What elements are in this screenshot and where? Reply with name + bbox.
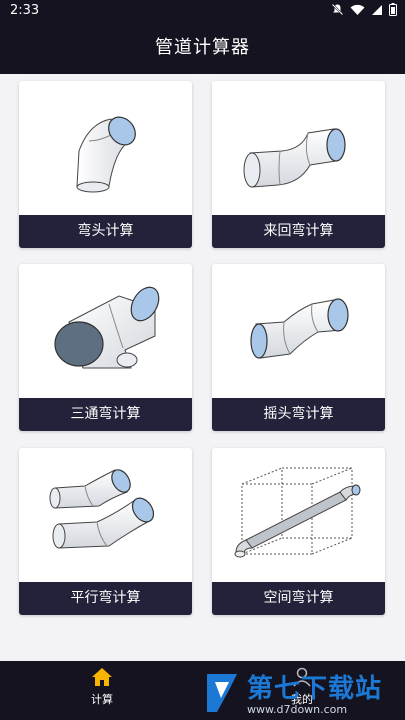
signal-icon: [372, 4, 382, 15]
elbow-pipe-icon: [76, 116, 136, 193]
wifi-icon: [350, 4, 365, 15]
app-bar: 管道计算器: [0, 22, 405, 74]
card-offset[interactable]: 来回弯计算: [212, 81, 385, 248]
card-label: 摇头弯计算: [212, 398, 385, 431]
card-label: 弯头计算: [19, 215, 192, 248]
nav-label: 计算: [91, 693, 113, 706]
status-bar: 2:33: [0, 0, 405, 22]
card-label: 空间弯计算: [212, 582, 385, 615]
notifications-off-icon: [331, 3, 344, 16]
card-label: 三通弯计算: [19, 398, 192, 431]
card-parallel[interactable]: 平行弯计算: [19, 448, 192, 615]
nav-tab-calc[interactable]: 计算: [52, 667, 152, 707]
card-label: 来回弯计算: [212, 215, 385, 248]
watermark-url: www.d7down.com: [247, 703, 348, 716]
card-label: 平行弯计算: [19, 582, 192, 615]
card-rolling-offset[interactable]: 摇头弯计算: [212, 264, 385, 431]
page-title: 管道计算器: [155, 37, 250, 58]
card-tee[interactable]: 三通弯计算: [19, 264, 192, 431]
rolling-offset-pipe-icon: [250, 298, 349, 359]
offset-pipe-icon: [243, 128, 346, 188]
watermark-logo-icon: [207, 674, 237, 712]
spatial-pipe-icon: [234, 467, 361, 558]
card-spatial[interactable]: 空间弯计算: [212, 448, 385, 615]
status-time: 2:33: [10, 3, 40, 18]
watermark: 第七下载站 www.d7down.com: [203, 668, 399, 718]
card-elbow[interactable]: 弯头计算: [19, 81, 192, 248]
parallel-pipes-icon: [49, 469, 155, 549]
home-icon: [92, 668, 112, 686]
tee-pipe-icon: [54, 286, 160, 369]
battery-icon: [389, 3, 397, 16]
watermark-title: 第七下载站: [247, 674, 383, 704]
